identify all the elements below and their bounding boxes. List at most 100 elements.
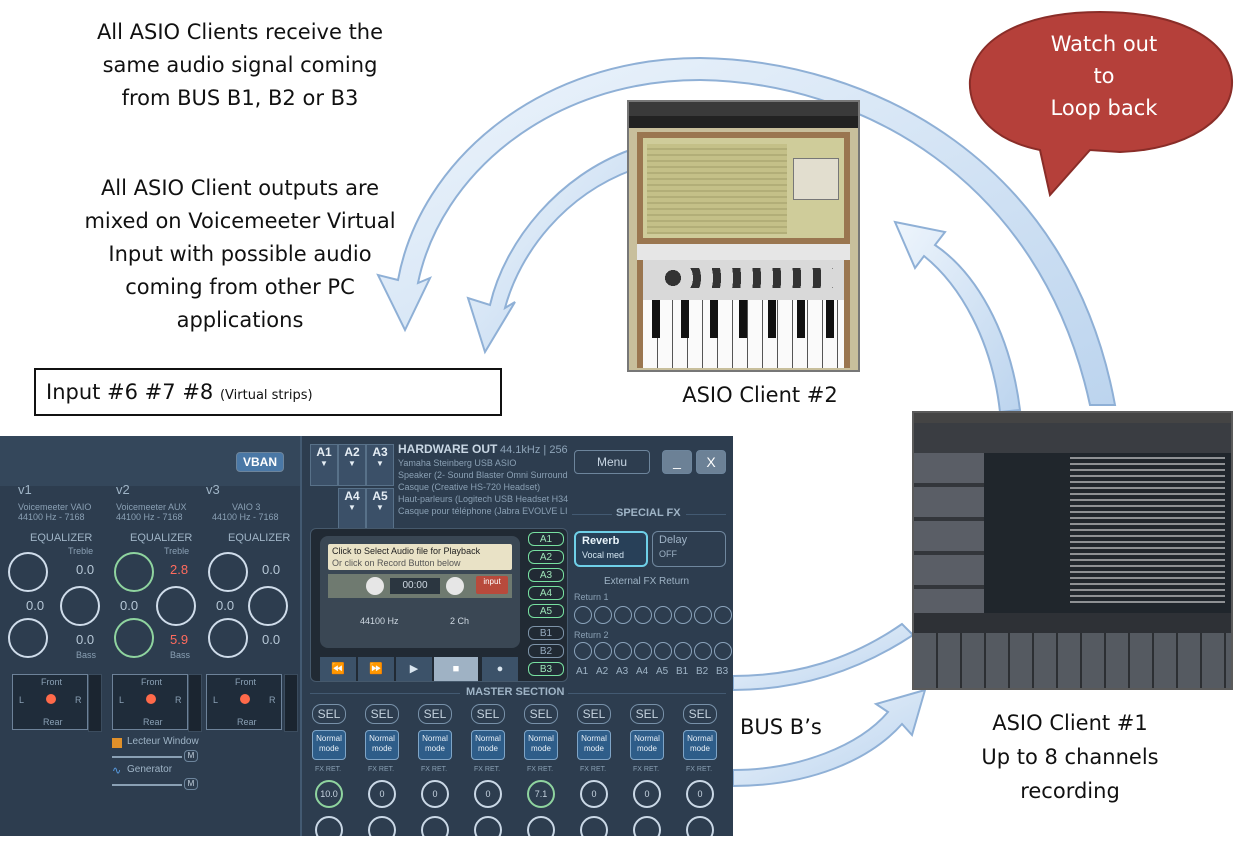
- hw-out-a1[interactable]: A1 ▼: [310, 444, 338, 486]
- strip-2-mid-knob[interactable]: [156, 586, 196, 626]
- master-sel-8[interactable]: SEL: [683, 704, 717, 724]
- reverb-button[interactable]: Reverb Vocal med: [574, 531, 648, 567]
- player-route-b2[interactable]: B2: [528, 644, 564, 658]
- player-route-a1[interactable]: A1: [528, 532, 564, 546]
- master-fx-knob-2[interactable]: 0: [368, 780, 396, 808]
- master-fx2-knob-6[interactable]: [580, 816, 608, 836]
- master-fx-knob-6[interactable]: 0: [580, 780, 608, 808]
- strip-1-pan-dot[interactable]: [46, 694, 56, 704]
- master-sel-4[interactable]: SEL: [471, 704, 505, 724]
- generator-mute-button[interactable]: M: [184, 778, 198, 790]
- return-2-knob-b3[interactable]: [714, 642, 732, 660]
- player-route-a5[interactable]: A5: [528, 604, 564, 618]
- return-1-knob-a5[interactable]: [654, 606, 672, 624]
- menu-button[interactable]: Menu: [574, 450, 650, 474]
- master-fx2-knob-5[interactable]: [527, 816, 555, 836]
- master-fx2-knob-4[interactable]: [474, 816, 502, 836]
- return-2-knob-a1[interactable]: [574, 642, 592, 660]
- master-fx-knob-1[interactable]: 10.0: [315, 780, 343, 808]
- lecteur-mute-button[interactable]: M: [184, 750, 198, 762]
- strip-2-pan-pad[interactable]: Front L R Rear: [112, 674, 188, 730]
- return-1-knob-a2[interactable]: [594, 606, 612, 624]
- return-2-knob-a2[interactable]: [594, 642, 612, 660]
- master-fx2-knob-3[interactable]: [421, 816, 449, 836]
- strip-1-treble-knob[interactable]: [8, 552, 48, 592]
- master-mode-2[interactable]: Normal mode: [365, 730, 399, 760]
- master-mode-6[interactable]: Normal mode: [577, 730, 611, 760]
- return-2-knob-b1[interactable]: [674, 642, 692, 660]
- generator-label[interactable]: Generator: [127, 764, 172, 775]
- master-mode-5[interactable]: Normal mode: [524, 730, 558, 760]
- close-button[interactable]: X: [696, 450, 726, 474]
- hw-out-a2[interactable]: A2 ▼: [338, 444, 366, 486]
- player-route-a4[interactable]: A4: [528, 586, 564, 600]
- generator-slider[interactable]: [112, 784, 182, 786]
- player-route-b3[interactable]: B3: [528, 662, 564, 676]
- fast-forward-button[interactable]: ⏩: [358, 657, 394, 681]
- strip-1-mid-knob[interactable]: [60, 586, 100, 626]
- hw-out-a5[interactable]: A5 ▼: [366, 488, 394, 530]
- minimize-button[interactable]: _: [662, 450, 692, 474]
- master-fx2-knob-1[interactable]: [315, 816, 343, 836]
- return-1-knob-a3[interactable]: [614, 606, 632, 624]
- master-sel-6[interactable]: SEL: [577, 704, 611, 724]
- strip-3-device[interactable]: VAIO 3: [232, 502, 260, 512]
- return-2-knob-a5[interactable]: [654, 642, 672, 660]
- master-mode-7[interactable]: Normal mode: [630, 730, 664, 760]
- strip-3-mid-knob[interactable]: [248, 586, 288, 626]
- master-sel-2[interactable]: SEL: [365, 704, 399, 724]
- record-button[interactable]: ●: [482, 657, 518, 681]
- return-2-knob-b2[interactable]: [694, 642, 712, 660]
- master-sel-1[interactable]: SEL: [312, 704, 346, 724]
- master-mode-1[interactable]: Normal mode: [312, 730, 346, 760]
- return-1-knob-b2[interactable]: [694, 606, 712, 624]
- delay-button[interactable]: Delay OFF: [652, 531, 726, 567]
- master-fx2-knob-8[interactable]: [686, 816, 714, 836]
- hw-out-a4[interactable]: A4 ▼: [338, 488, 366, 530]
- rewind-button[interactable]: ⏪: [320, 657, 356, 681]
- master-fx-knob-5[interactable]: 7.1: [527, 780, 555, 808]
- return-2-knob-a3[interactable]: [614, 642, 632, 660]
- strip-2-pan-dot[interactable]: [146, 694, 156, 704]
- cassette[interactable]: Click to Select Audio file for Playback …: [320, 536, 520, 648]
- master-mode-4[interactable]: Normal mode: [471, 730, 505, 760]
- player-input-button[interactable]: input: [476, 576, 508, 594]
- master-sel-5[interactable]: SEL: [524, 704, 558, 724]
- master-fx2-knob-2[interactable]: [368, 816, 396, 836]
- return-1-knob-b1[interactable]: [674, 606, 692, 624]
- cassette-label[interactable]: Click to Select Audio file for Playback …: [328, 544, 512, 570]
- master-fx-knob-7[interactable]: 0: [633, 780, 661, 808]
- strip-3-bass-knob[interactable]: [208, 618, 248, 658]
- hw-out-a3[interactable]: A3 ▼: [366, 444, 394, 486]
- player-route-a2[interactable]: A2: [528, 550, 564, 564]
- return-1-knob-b3[interactable]: [714, 606, 732, 624]
- stop-button[interactable]: ■: [434, 657, 478, 681]
- strip-1-bass-label: Bass: [76, 650, 97, 660]
- return-1-knob-a1[interactable]: [574, 606, 592, 624]
- return-1-knob-a4[interactable]: [634, 606, 652, 624]
- lecteur-slider[interactable]: [112, 756, 182, 758]
- strip-1-pan-pad[interactable]: Front L R Rear: [12, 674, 88, 730]
- master-fx-knob-3[interactable]: 0: [421, 780, 449, 808]
- strip-1-bass-knob[interactable]: [8, 618, 48, 658]
- master-sel-7[interactable]: SEL: [630, 704, 664, 724]
- strip-2-device[interactable]: Voicemeeter AUX: [116, 502, 187, 512]
- strip-3-treble-knob[interactable]: [208, 552, 248, 592]
- vban-button[interactable]: VBAN: [236, 452, 284, 472]
- player-route-a3[interactable]: A3: [528, 568, 564, 582]
- strip-2-bass-knob[interactable]: [114, 618, 154, 658]
- master-mode-3[interactable]: Normal mode: [418, 730, 452, 760]
- master-sel-3[interactable]: SEL: [418, 704, 452, 724]
- master-fx-knob-8[interactable]: 0: [686, 780, 714, 808]
- strip-1-device[interactable]: Voicemeeter VAIO: [18, 502, 91, 512]
- strip-3-pan-pad[interactable]: Front L R Rear: [206, 674, 282, 730]
- master-fx-knob-4[interactable]: 0: [474, 780, 502, 808]
- strip-2-treble-knob[interactable]: [114, 552, 154, 592]
- play-button[interactable]: ▶: [396, 657, 432, 681]
- return-2-knob-a4[interactable]: [634, 642, 652, 660]
- master-fx2-knob-7[interactable]: [633, 816, 661, 836]
- master-mode-8[interactable]: Normal mode: [683, 730, 717, 760]
- player-route-b1[interactable]: B1: [528, 626, 564, 640]
- lecteur-window-label[interactable]: Lecteur Window: [127, 736, 199, 747]
- strip-3-pan-dot[interactable]: [240, 694, 250, 704]
